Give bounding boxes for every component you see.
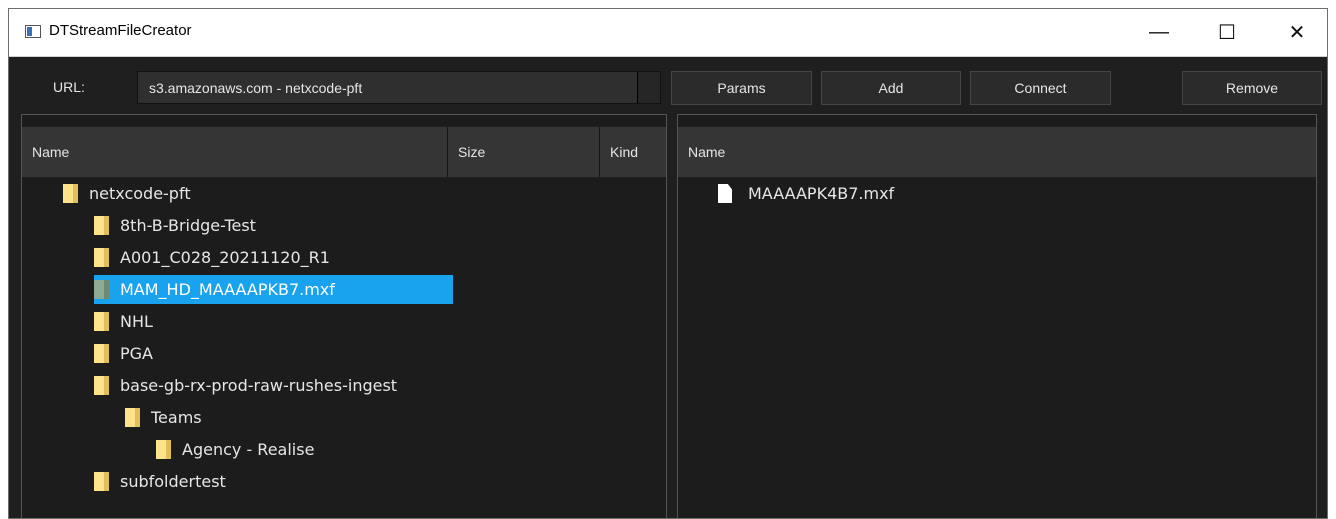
remove-button[interactable]: Remove <box>1182 71 1322 105</box>
url-combobox[interactable]: s3.amazonaws.com - netxcode-pft <box>137 71 661 104</box>
tree-item[interactable]: 8th-B-Bridge-Test <box>94 211 256 240</box>
params-button[interactable]: Params <box>671 71 812 105</box>
tree-item-label: base-gb-rx-prod-raw-rushes-ingest <box>120 376 398 395</box>
connect-button[interactable]: Connect <box>970 71 1111 105</box>
tree-item[interactable]: Teams <box>125 403 202 432</box>
url-value[interactable]: s3.amazonaws.com - netxcode-pft <box>149 80 362 96</box>
add-button[interactable]: Add <box>821 71 961 105</box>
folder-icon <box>94 312 109 331</box>
bucket-tree-panel: Name Size Kind netxcode-pft 8th-B-Bridge… <box>21 114 667 518</box>
minimize-button[interactable]: — <box>1136 9 1182 56</box>
column-name-header[interactable]: Name <box>22 127 448 177</box>
tree-item-selected[interactable]: MAM_HD_MAAAAPKB7.mxf <box>94 275 453 304</box>
title-bar: DTStreamFileCreator — ☐ ✕ <box>9 9 1327 57</box>
tree-item-label: PGA <box>120 344 153 363</box>
tree-item-label: MAM_HD_MAAAAPKB7.mxf <box>120 280 335 299</box>
tree-item[interactable]: netxcode-pft <box>63 179 191 208</box>
folder-icon <box>125 408 140 427</box>
tree-item-label: 8th-B-Bridge-Test <box>120 216 256 235</box>
folder-icon <box>94 216 109 235</box>
tree-item[interactable]: Agency - Realise <box>156 435 314 464</box>
file-list-header: Name <box>678 126 1316 178</box>
url-dropdown-button[interactable] <box>637 72 660 103</box>
close-button[interactable]: ✕ <box>1274 9 1320 56</box>
column-size-header[interactable]: Size <box>448 127 600 177</box>
tree-header: Name Size Kind <box>22 126 666 178</box>
tree-item[interactable]: NHL <box>94 307 153 336</box>
folder-icon <box>63 184 78 203</box>
maximize-button[interactable]: ☐ <box>1204 9 1250 56</box>
column-kind-header[interactable]: Kind <box>600 127 666 177</box>
window-title: DTStreamFileCreator <box>49 22 192 39</box>
tree-item-label: subfoldertest <box>120 472 226 491</box>
folder-icon <box>94 344 109 363</box>
file-list-panel: Name MAAAAPK4B7.mxf <box>677 114 1317 518</box>
column-name-header[interactable]: Name <box>678 127 1316 177</box>
tree-item-label: A001_C028_20211120_R1 <box>120 248 330 267</box>
tree-item-label: Teams <box>151 408 202 427</box>
url-label: URL: <box>53 79 85 95</box>
folder-icon <box>94 280 109 299</box>
file-item-label: MAAAAPK4B7.mxf <box>748 184 895 203</box>
app-window: DTStreamFileCreator — ☐ ✕ URL: s3.amazon… <box>8 8 1328 519</box>
tree-item[interactable]: base-gb-rx-prod-raw-rushes-ingest <box>94 371 397 400</box>
tree-item[interactable]: subfoldertest <box>94 467 226 496</box>
folder-icon <box>156 440 171 459</box>
app-icon <box>25 25 41 38</box>
tree-item[interactable]: A001_C028_20211120_R1 <box>94 243 330 272</box>
tree-item[interactable]: PGA <box>94 339 153 368</box>
folder-icon <box>94 248 109 267</box>
folder-icon <box>94 376 109 395</box>
file-list-item[interactable]: MAAAAPK4B7.mxf <box>718 179 894 208</box>
tree-item-label: NHL <box>120 312 153 331</box>
file-icon <box>718 184 732 203</box>
folder-icon <box>94 472 109 491</box>
tree-item-label: netxcode-pft <box>89 184 191 203</box>
tree-item-label: Agency - Realise <box>182 440 315 459</box>
